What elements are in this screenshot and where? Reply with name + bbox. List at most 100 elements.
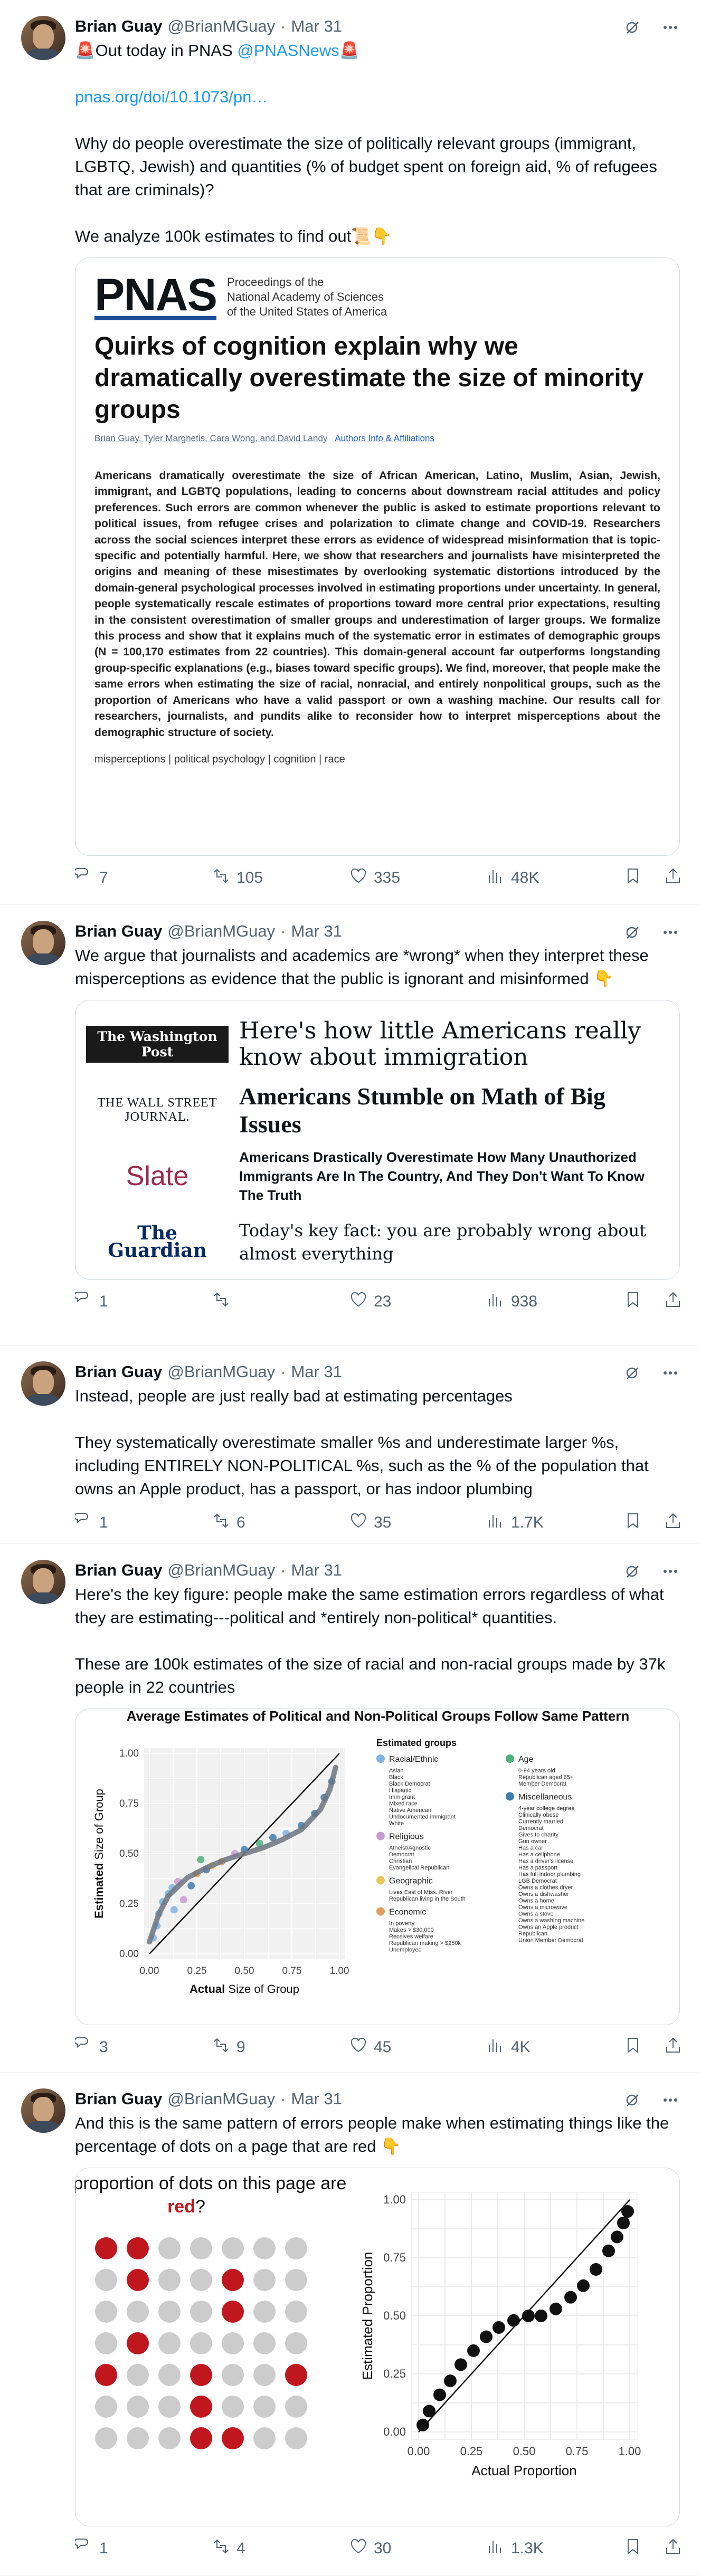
group-estimates-figure[interactable]: Average Estimates of Political and Non-P…: [75, 1709, 680, 2025]
retweet-button[interactable]: 105: [212, 867, 263, 889]
grey-dot: [190, 2237, 212, 2259]
views-button[interactable]: 938: [487, 1291, 537, 1313]
grok-icon[interactable]: [623, 18, 642, 37]
retweet-icon: [212, 1291, 230, 1313]
retweet-button[interactable]: 9: [212, 2036, 245, 2058]
like-button[interactable]: 335: [349, 867, 400, 889]
pnas-article-card[interactable]: PNAS Proceedings of the National Academy o…: [75, 257, 680, 856]
retweet-button[interactable]: 6: [212, 1512, 245, 1534]
author-name[interactable]: Brian Guay: [75, 1361, 162, 1382]
bar-chart-icon: [487, 1512, 505, 1534]
retweet-button[interactable]: [212, 1291, 236, 1313]
author-handle[interactable]: @BrianMGuay: [167, 1361, 275, 1382]
share-button[interactable]: [664, 1512, 682, 1534]
tweet-date[interactable]: Mar 31: [291, 2088, 342, 2110]
reply-button[interactable]: 1: [74, 1291, 108, 1313]
author-handle[interactable]: @BrianMGuay: [167, 1560, 275, 1581]
tweet[interactable]: Brian Guay @BrianMGuay · Mar 31 🚨Out today i…: [0, 0, 701, 905]
separator-dot: ·: [280, 17, 286, 35]
reply-button[interactable]: 7: [74, 867, 108, 889]
more-options-icon[interactable]: [661, 1363, 680, 1382]
views-button[interactable]: 4K: [487, 2036, 531, 2058]
y-axis-label: Estimated Size of Group: [92, 1789, 106, 1919]
author-name[interactable]: Brian Guay: [75, 921, 162, 942]
legend-item: LGB Democrat: [518, 1878, 557, 1884]
data-point: [564, 2291, 577, 2304]
share-button[interactable]: [664, 2537, 682, 2560]
grey-dot: [222, 2364, 244, 2386]
avatar[interactable]: [21, 1361, 65, 1406]
tweet-date[interactable]: Mar 31: [291, 1361, 342, 1382]
reply-button[interactable]: 1: [74, 1512, 108, 1534]
bookmark-button[interactable]: [624, 867, 642, 889]
tweet-date[interactable]: Mar 31: [291, 1560, 342, 1581]
authors-info-link[interactable]: Authors Info & Affiliations: [335, 433, 434, 443]
like-button[interactable]: 23: [349, 1291, 391, 1313]
more-options-icon[interactable]: [661, 923, 680, 942]
data-point: [621, 2205, 634, 2218]
more-options-icon[interactable]: [661, 1562, 680, 1581]
tweet[interactable]: Brian Guay @BrianMGuay · Mar 31 And this is …: [0, 2073, 701, 2576]
legend-item: Republican making > $250k: [389, 1940, 461, 1947]
more-options-icon[interactable]: [661, 2091, 680, 2110]
author-handle[interactable]: @BrianMGuay: [167, 16, 275, 37]
grok-icon[interactable]: [623, 1363, 642, 1382]
article-link[interactable]: pnas.org/doi/10.1073/pn…: [75, 85, 680, 109]
bookmark-button[interactable]: [624, 1291, 642, 1313]
heart-icon: [349, 2537, 367, 2560]
share-button[interactable]: [664, 867, 682, 889]
author-handle[interactable]: @BrianMGuay: [167, 2088, 275, 2110]
reply-button[interactable]: 1: [74, 2537, 108, 2560]
views-button[interactable]: 1.3K: [487, 2537, 544, 2560]
grok-icon[interactable]: [623, 923, 642, 942]
author-handle[interactable]: @BrianMGuay: [167, 921, 275, 942]
x-tick-label: 0.75: [282, 1966, 302, 1977]
avatar[interactable]: [21, 16, 65, 60]
legend-item: 0-94 years old: [518, 1768, 555, 1774]
views-count: 4K: [511, 2038, 531, 2056]
like-button[interactable]: 35: [349, 1512, 391, 1534]
grey-dot: [127, 2427, 149, 2449]
retweet-button[interactable]: 4: [212, 2537, 245, 2560]
mention-link[interactable]: @PNASNews: [237, 41, 339, 60]
reply-button[interactable]: 3: [74, 2036, 108, 2058]
like-count: 30: [374, 2540, 392, 2557]
tweet[interactable]: Brian Guay @BrianMGuay · Mar 31 Here's the k…: [0, 1544, 701, 2073]
like-button[interactable]: 45: [349, 2036, 391, 2058]
bookmark-button[interactable]: [624, 2036, 642, 2058]
legend-item: Has a passport: [518, 1865, 557, 1871]
like-button[interactable]: 30: [349, 2537, 391, 2560]
data-point: [522, 2310, 535, 2322]
grey-dot: [253, 2237, 276, 2259]
headlines-image[interactable]: The Washington Post Here's how little Ame…: [75, 1000, 680, 1280]
views-button[interactable]: 48K: [487, 867, 539, 889]
tweet[interactable]: Brian Guay @BrianMGuay · Mar 31 Instead, peo…: [0, 1346, 701, 1544]
like-count: 23: [374, 1293, 392, 1310]
share-button[interactable]: [664, 1291, 682, 1313]
author-name[interactable]: Brian Guay: [75, 2088, 162, 2110]
author-name[interactable]: Brian Guay: [75, 16, 162, 37]
header-icons: [623, 1363, 680, 1382]
article-abstract: Americans dramatically overestimate the …: [94, 470, 660, 739]
legend-item: Has a cellphone: [518, 1852, 560, 1858]
grok-icon[interactable]: [623, 2091, 642, 2110]
bookmark-button[interactable]: [624, 2537, 642, 2560]
tweet-date[interactable]: Mar 31: [291, 921, 342, 942]
more-options-icon[interactable]: [661, 18, 680, 37]
share-button[interactable]: [664, 2036, 682, 2058]
bookmark-button[interactable]: [624, 1512, 642, 1534]
author-name[interactable]: Brian Guay: [75, 1560, 162, 1581]
tweet-date[interactable]: Mar 31: [291, 16, 342, 37]
avatar[interactable]: [21, 2088, 65, 2133]
tweet[interactable]: Brian Guay @BrianMGuay · Mar 31 We argue tha…: [0, 905, 701, 1346]
red-dot: [127, 2332, 149, 2354]
avatar[interactable]: [21, 921, 65, 965]
grey-dot: [127, 2396, 149, 2418]
grok-icon[interactable]: [623, 1562, 642, 1581]
avatar[interactable]: [21, 1560, 65, 1604]
x-tick-label: 0.00: [408, 2445, 430, 2458]
legend-item: Atheist/Agnostic: [389, 1845, 431, 1852]
dot-estimates-figure[interactable]: What proportion of dots on this page are…: [75, 2168, 680, 2526]
views-button[interactable]: 1.7K: [487, 1512, 544, 1534]
red-dot: [95, 2237, 117, 2259]
